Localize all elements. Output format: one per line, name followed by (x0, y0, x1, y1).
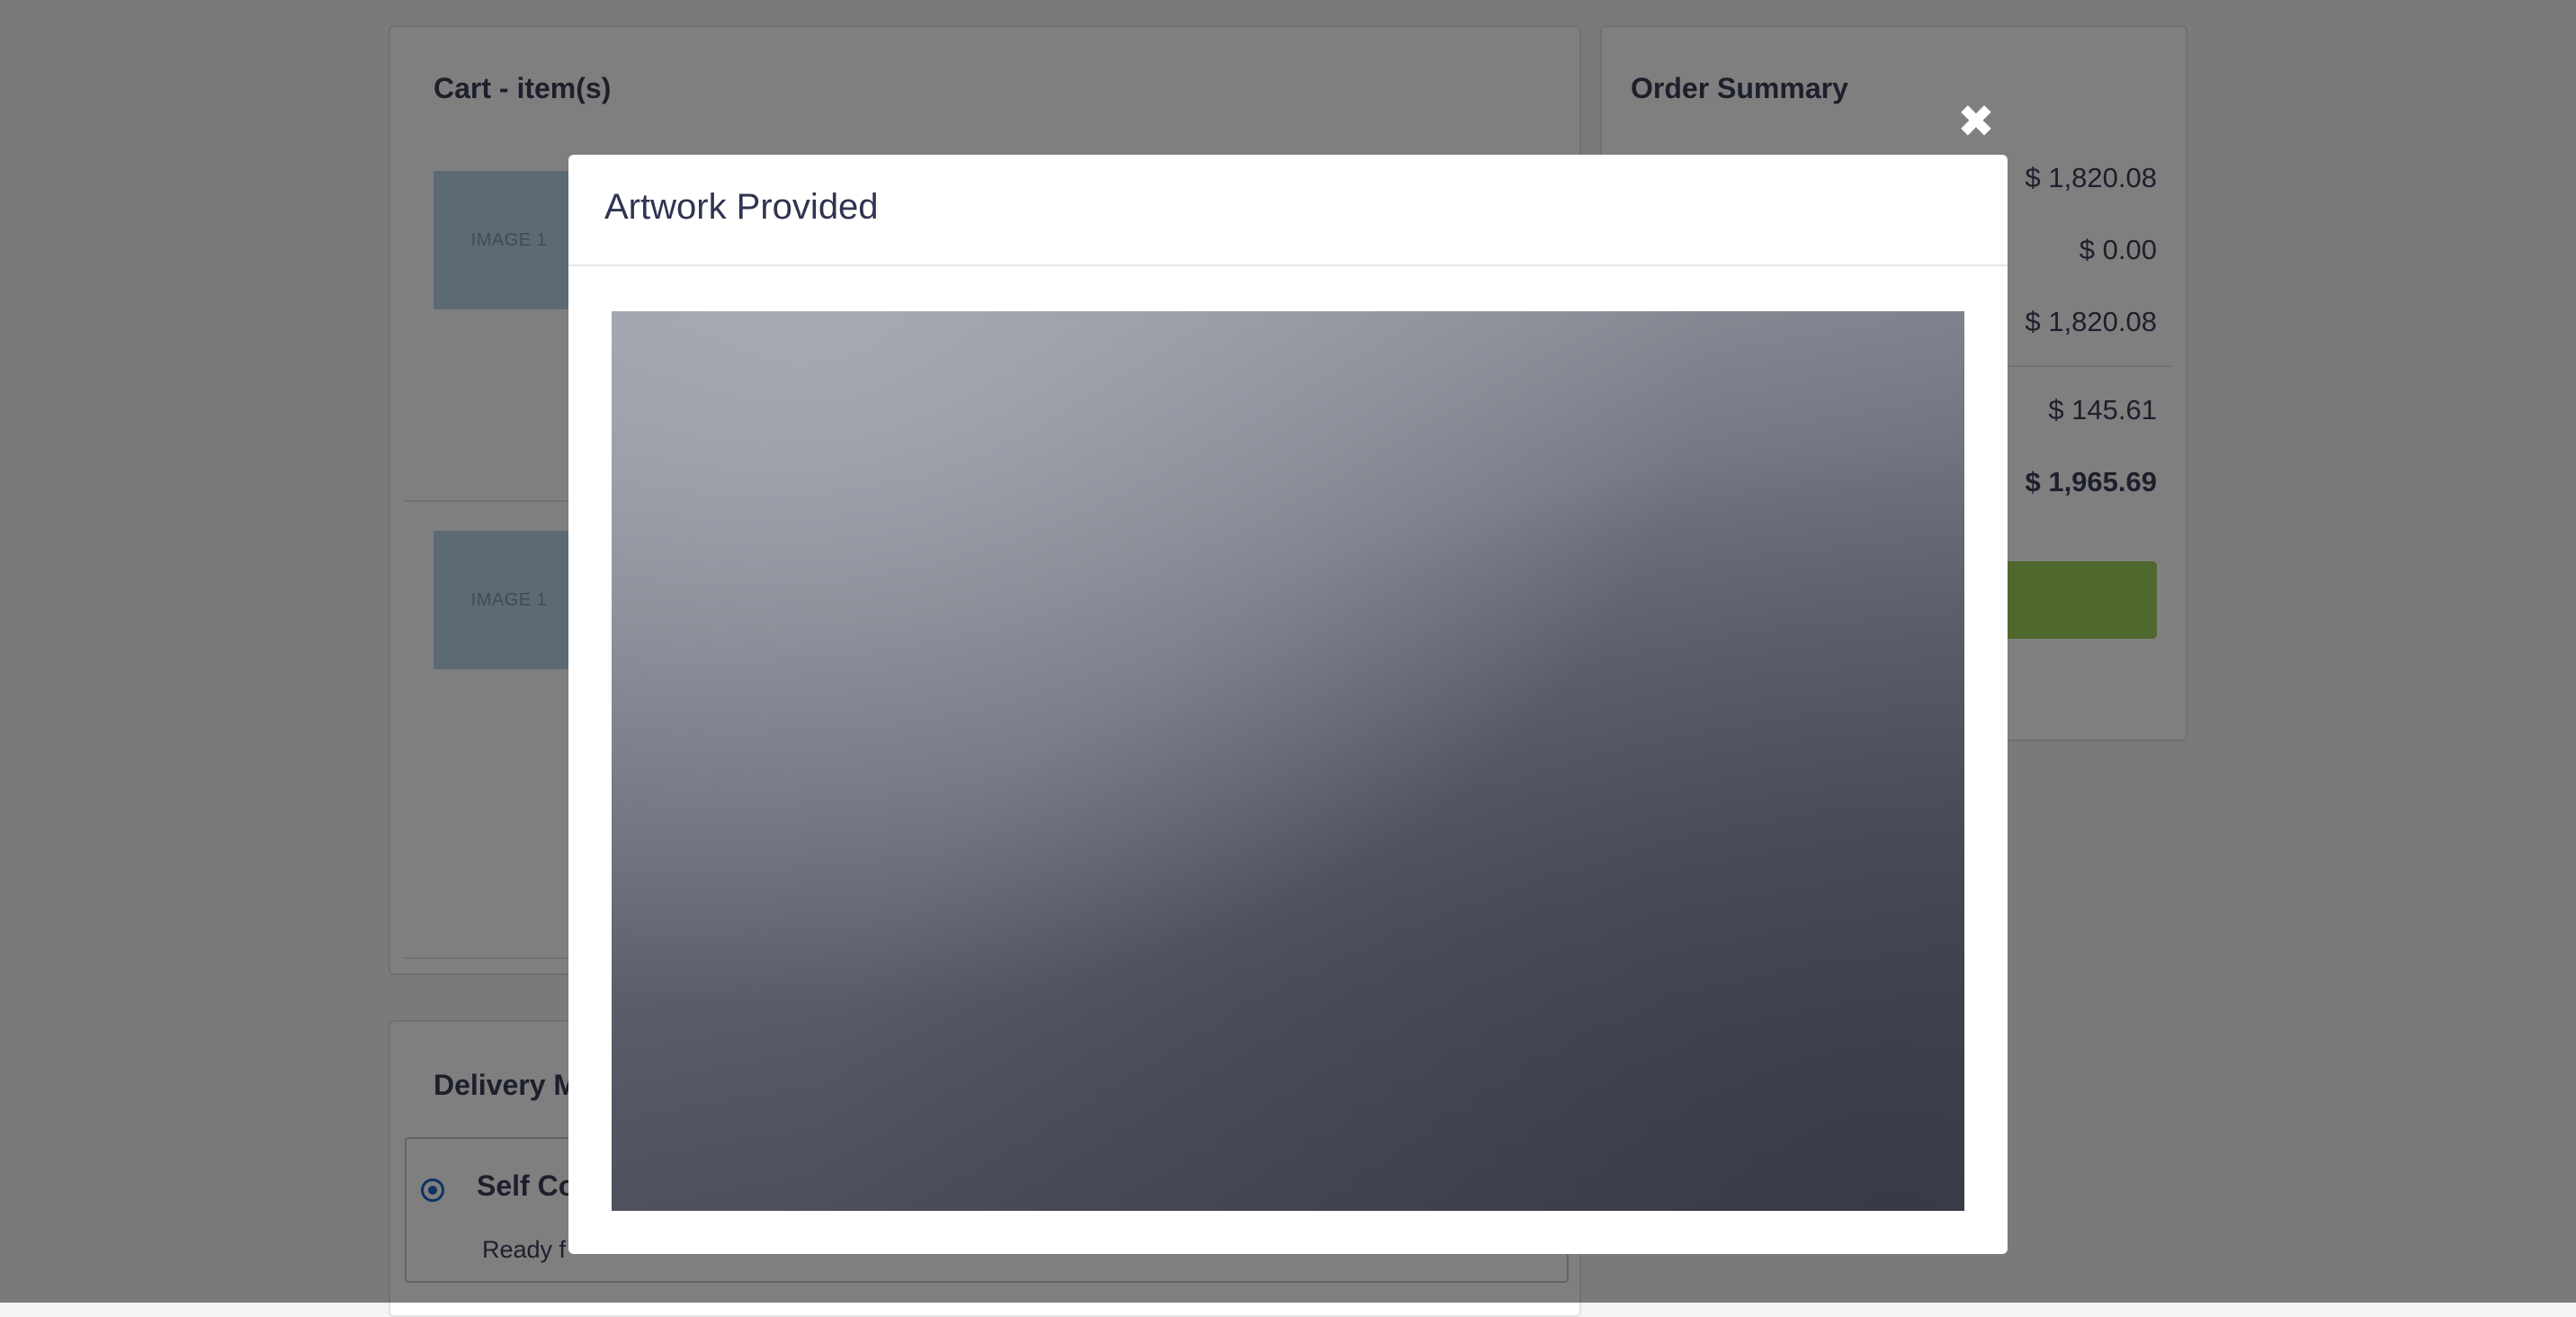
artwork-modal: Artwork Provided (568, 155, 2008, 1254)
modal-header: Artwork Provided (568, 155, 2008, 266)
modal-title: Artwork Provided (604, 187, 879, 227)
close-icon[interactable]: ✖ (1956, 99, 1996, 144)
artwork-image (612, 311, 1964, 1211)
